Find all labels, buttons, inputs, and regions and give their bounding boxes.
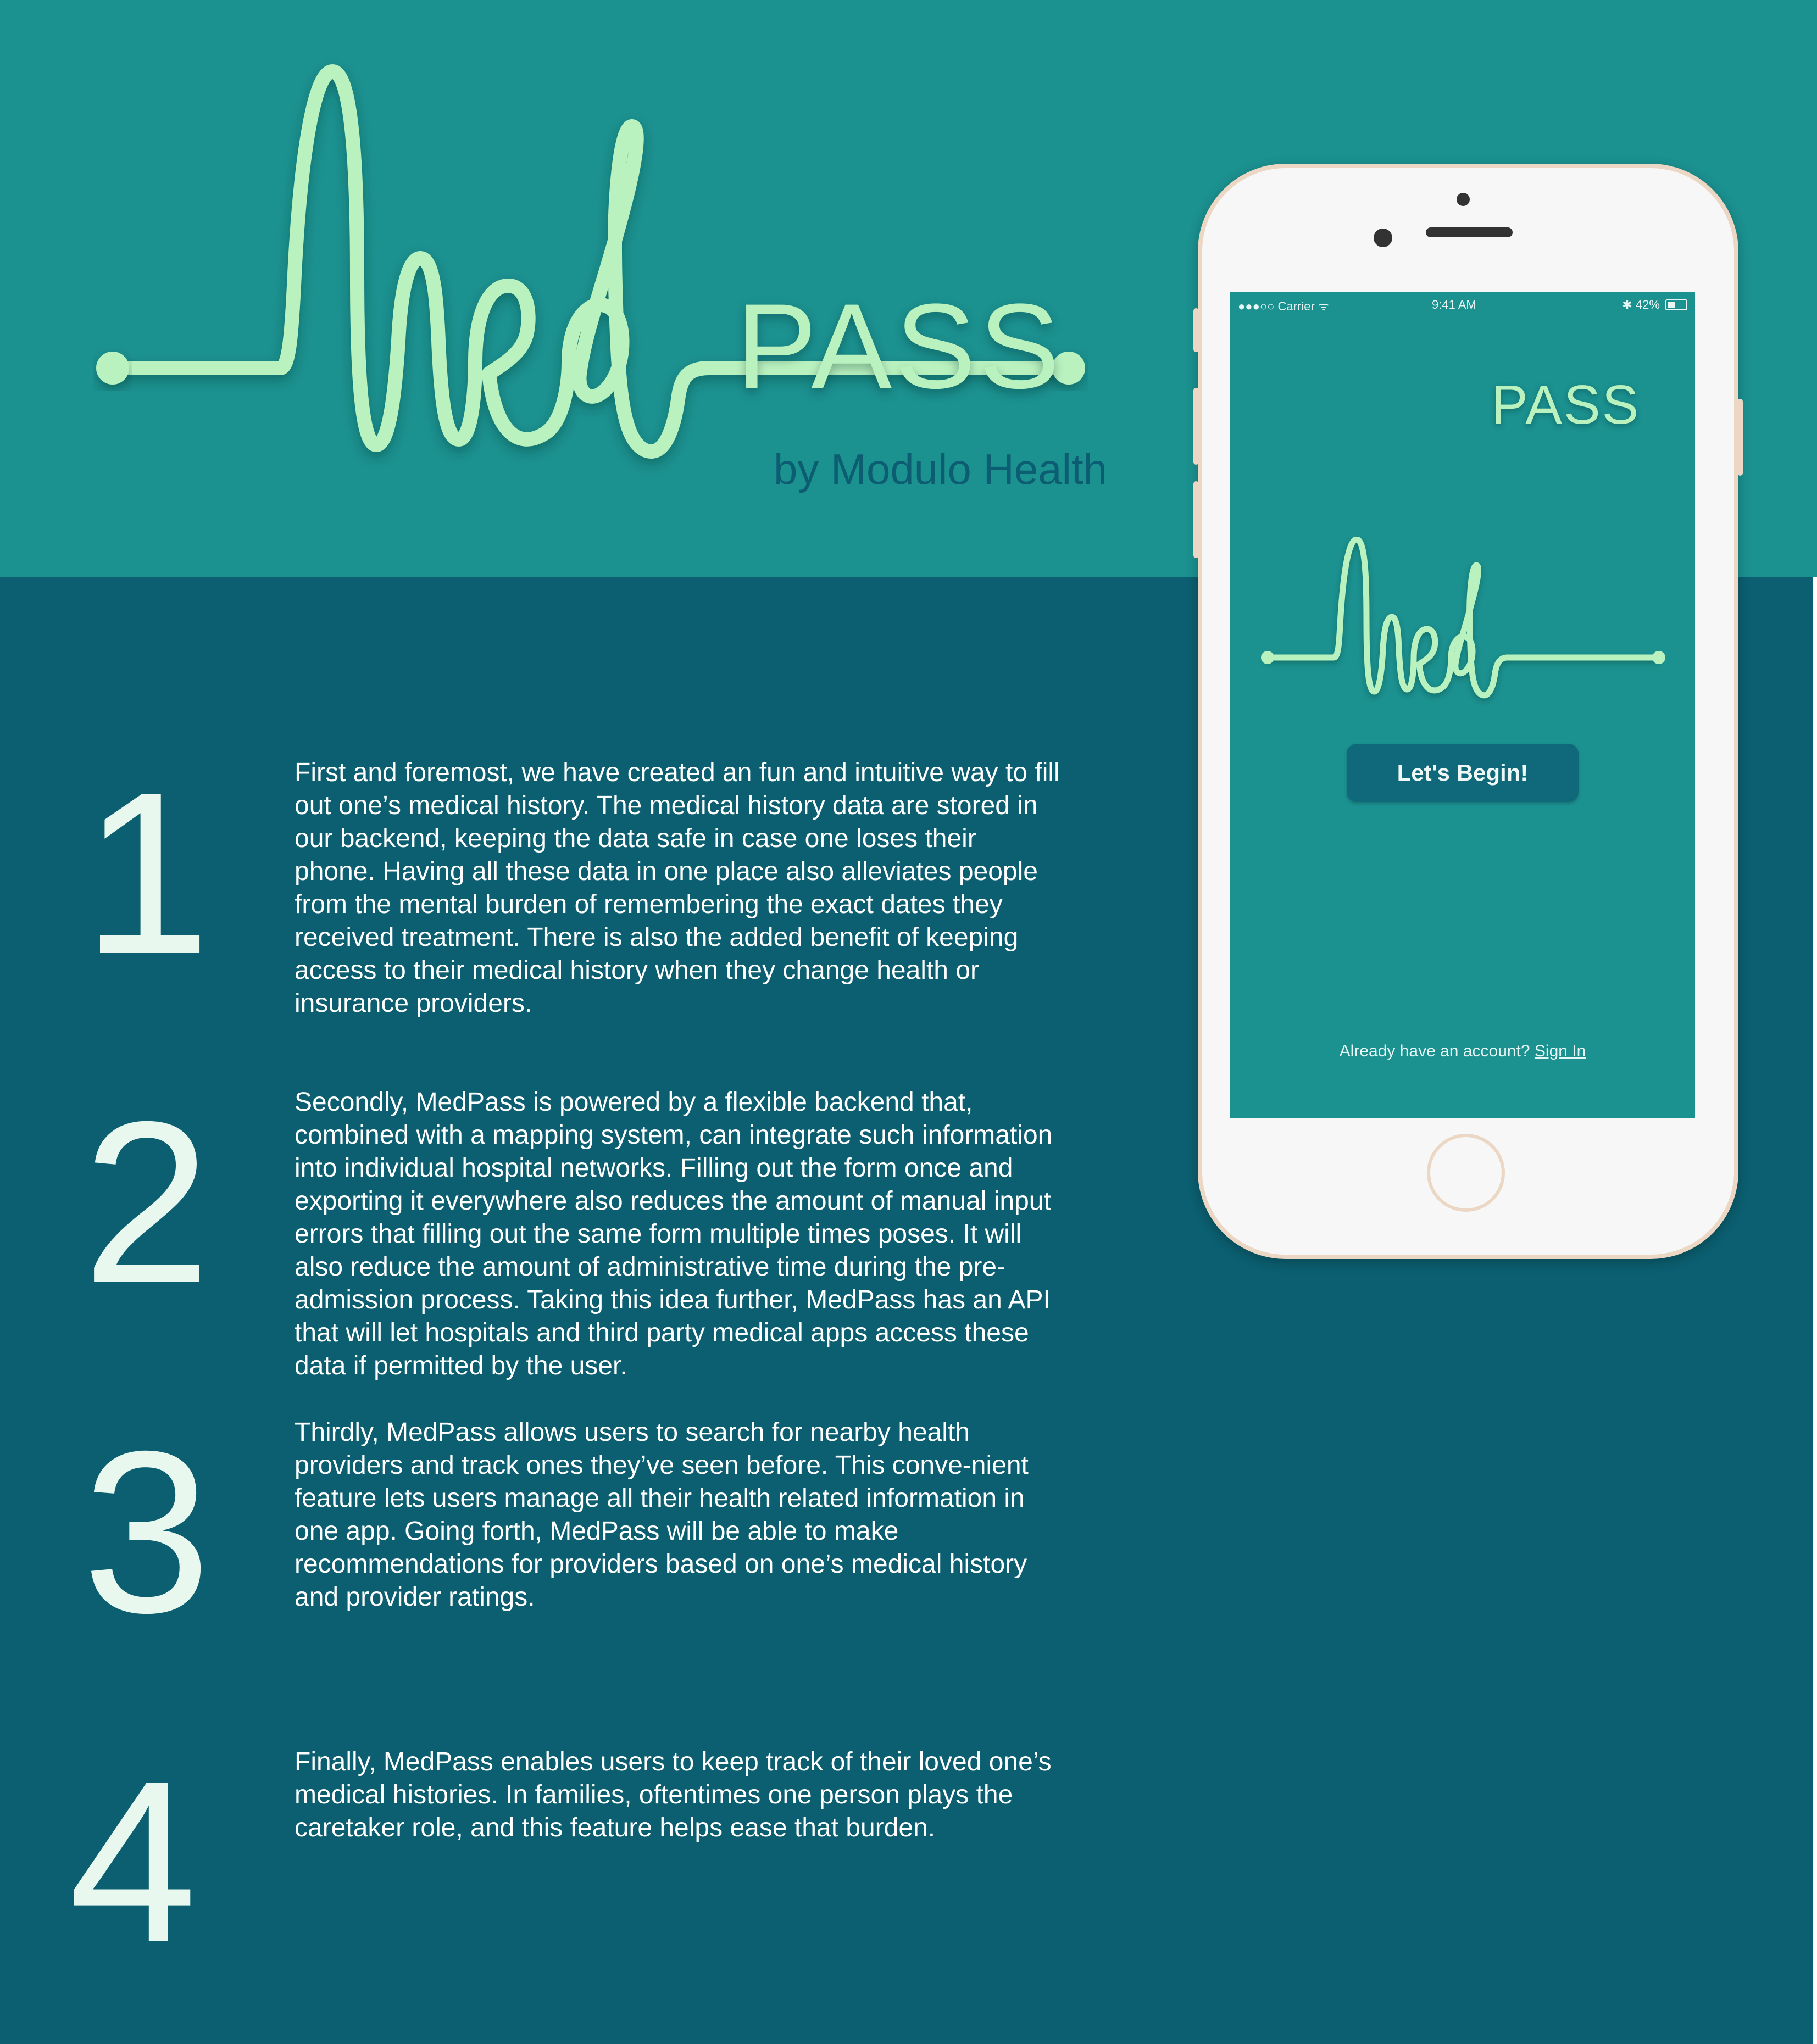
phone-volume-up bbox=[1193, 388, 1199, 465]
home-button[interactable] bbox=[1427, 1134, 1505, 1212]
screen-logo-pass-text: PASS bbox=[1491, 374, 1641, 436]
account-prompt: Already have an account? Sign In bbox=[1230, 1042, 1695, 1061]
feature-number-3: 3 bbox=[82, 1403, 211, 1661]
medpass-logo: PASS by Modulo Health bbox=[71, 55, 1132, 491]
phone-volume-down bbox=[1193, 481, 1199, 558]
feature-number-4: 4 bbox=[69, 1733, 197, 1991]
account-prompt-text: Already have an account? bbox=[1339, 1042, 1530, 1060]
feature-text-4: Finally, MedPass enables users to keep t… bbox=[295, 1747, 1052, 1842]
phone-sensor bbox=[1457, 193, 1470, 206]
sign-in-link[interactable]: Sign In bbox=[1535, 1042, 1586, 1060]
phone-mockup: ●●●○○ Carrier ᯤ 9:41 AM ✱ 42% PASS Let's… bbox=[1193, 164, 1743, 1259]
phone-speaker bbox=[1426, 227, 1513, 237]
feature-text-3: Thirdly, MedPass allows users to search … bbox=[295, 1418, 1029, 1612]
phone-power-button bbox=[1737, 399, 1743, 476]
heartbeat-logo-icon bbox=[96, 64, 1085, 459]
screen-heartbeat-logo-icon bbox=[1261, 536, 1665, 699]
phone-side-button bbox=[1193, 308, 1199, 352]
battery-icon bbox=[1665, 299, 1687, 310]
status-time: 9:41 AM bbox=[1432, 298, 1476, 311]
logo-pass-text: PASS bbox=[736, 279, 1063, 414]
status-bar: ●●●○○ Carrier ᯤ 9:41 AM ✱ 42% bbox=[1230, 292, 1695, 314]
battery-text: ✱ 42% bbox=[1622, 298, 1660, 311]
carrier-signal: ●●●○○ Carrier ᯤ bbox=[1238, 299, 1329, 313]
logo-byline: by Modulo Health bbox=[774, 445, 1108, 493]
feature-number-2: 2 bbox=[82, 1074, 211, 1332]
battery-status: ✱ 42% bbox=[1622, 298, 1687, 312]
phone-camera bbox=[1374, 229, 1392, 247]
screen-logo bbox=[1252, 536, 1675, 723]
feature-number-1: 1 bbox=[82, 744, 211, 1002]
battery-fill bbox=[1668, 302, 1675, 308]
feature-text-1: First and foremost, we have created an f… bbox=[295, 758, 1060, 1018]
phone-screen: ●●●○○ Carrier ᯤ 9:41 AM ✱ 42% PASS Let's… bbox=[1230, 292, 1695, 1118]
lets-begin-button[interactable]: Let's Begin! bbox=[1347, 744, 1579, 802]
edge-strip bbox=[1813, 577, 1817, 2044]
feature-text-2: Secondly, MedPass is powered by a flexib… bbox=[295, 1088, 1053, 1380]
